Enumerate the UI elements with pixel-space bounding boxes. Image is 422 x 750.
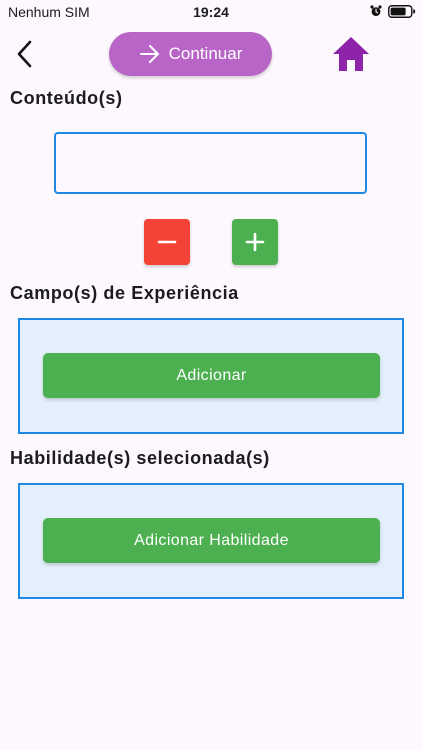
alarm-icon [370, 5, 382, 16]
clock-time: 19:24 [193, 4, 229, 20]
add-experience-label: Adicionar [176, 366, 247, 384]
chevron-left-icon [17, 40, 32, 68]
continue-label: Continuar [168, 44, 243, 63]
add-skill-button[interactable]: Adicionar Habilidade [43, 518, 380, 563]
remove-content-button[interactable] [144, 219, 190, 265]
arrow-right-icon [139, 44, 159, 64]
add-experience-button[interactable]: Adicionar [43, 353, 380, 398]
plus-icon [245, 232, 265, 252]
status-bar: Nenhum SIM 19:24 [0, 0, 422, 24]
skills-section-title: Habilidade(s) selecionada(s) [10, 448, 270, 468]
continue-button[interactable]: Continuar [109, 32, 272, 76]
back-button[interactable] [10, 38, 42, 70]
experience-section-title: Campo(s) de Experiência [10, 283, 239, 303]
skills-panel: Adicionar Habilidade [18, 483, 404, 599]
battery-icon [388, 5, 416, 18]
content-input[interactable] [54, 132, 367, 194]
add-content-button[interactable] [232, 219, 278, 265]
add-skill-label: Adicionar Habilidade [134, 531, 289, 549]
home-icon [333, 37, 369, 71]
content-section-title: Conteúdo(s) [10, 88, 123, 108]
experience-panel: Adicionar [18, 318, 404, 434]
home-button[interactable] [332, 36, 370, 72]
minus-icon [157, 240, 177, 244]
